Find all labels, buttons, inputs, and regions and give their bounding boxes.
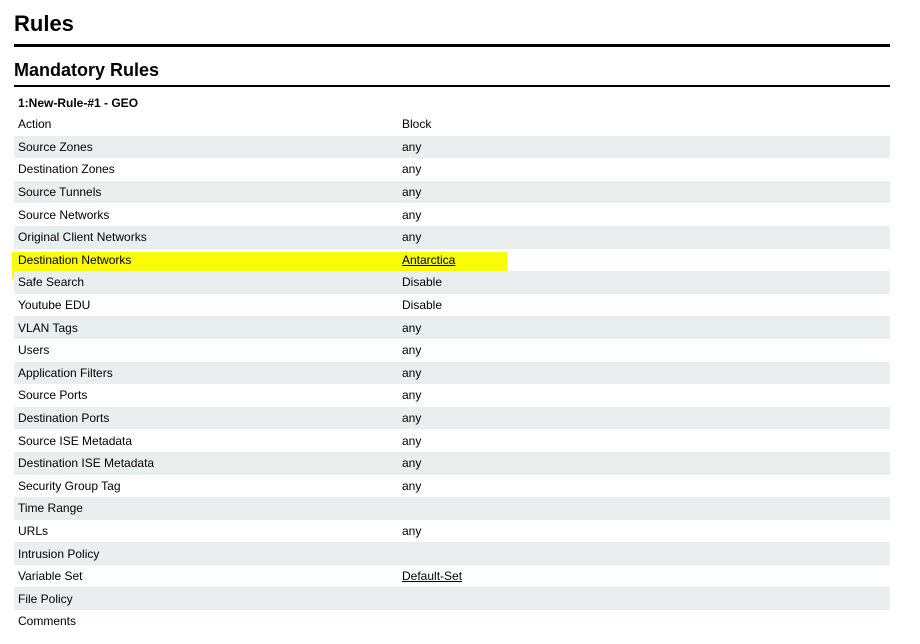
- table-row: Comments: [14, 610, 890, 633]
- property-key: Original Client Networks: [14, 225, 398, 249]
- property-key: Destination ISE Metadata: [14, 451, 398, 475]
- property-key: Action: [18, 117, 52, 132]
- section-title: Mandatory Rules: [14, 60, 160, 80]
- property-key: Source Tunnels: [14, 180, 398, 204]
- property-value: any: [402, 162, 422, 177]
- table-row: File Policy: [14, 587, 890, 611]
- table-row: Action Block: [14, 113, 890, 136]
- property-key: Youtube EDU: [18, 298, 91, 313]
- table-row: Time Range: [14, 497, 890, 520]
- variable-set-link[interactable]: Default-Set: [402, 569, 462, 583]
- property-key: Security Group Tag: [18, 478, 121, 493]
- property-value: Disable: [398, 271, 890, 294]
- property-value: any: [398, 180, 890, 204]
- property-key: Safe Search: [14, 271, 398, 294]
- property-key: Source Networks: [18, 207, 110, 222]
- property-value: [398, 587, 890, 611]
- property-value: [398, 497, 890, 520]
- property-key: Source ISE Metadata: [18, 433, 133, 448]
- property-value: Disable: [402, 298, 443, 313]
- property-key: Users: [18, 343, 50, 358]
- table-row: Source Ports any: [14, 384, 890, 407]
- property-value: any: [398, 361, 890, 385]
- property-value: any: [402, 207, 422, 222]
- property-key: File Policy: [14, 587, 398, 611]
- table-row: Destination ISE Metadata any: [14, 451, 890, 475]
- rule-name: 1:New-Rule-#1 - GEO: [18, 96, 139, 110]
- page-title: Rules: [14, 11, 74, 36]
- property-value: any: [398, 135, 890, 159]
- table-row: Source Zones any: [14, 135, 890, 159]
- table-row: Security Group Tag any: [14, 475, 890, 498]
- property-key: Source Zones: [14, 135, 398, 159]
- table-row: Safe Search Disable: [14, 271, 890, 294]
- property-key: Intrusion Policy: [14, 542, 398, 565]
- table-row: Youtube EDU Disable: [14, 294, 890, 317]
- property-value: any: [402, 433, 422, 448]
- property-value: any: [402, 388, 422, 403]
- table-row: Source ISE Metadata any: [14, 429, 890, 452]
- property-value: [398, 610, 890, 633]
- property-value: any: [398, 451, 890, 475]
- property-key: VLAN Tags: [14, 316, 398, 339]
- property-key: Destination Zones: [18, 162, 115, 177]
- table-row-highlighted: Destination Networks Antarctica: [14, 249, 890, 272]
- rules-document: Rules Mandatory Rules 1:New-Rule-#1 - GE…: [14, 0, 890, 633]
- table-row: Destination Zones any: [14, 158, 890, 181]
- table-row: Variable Set Default-Set: [14, 565, 890, 588]
- property-key: Application Filters: [14, 361, 398, 385]
- property-key: Destination Ports: [14, 406, 398, 430]
- table-row: Destination Ports any: [14, 406, 890, 430]
- destination-network-link[interactable]: Antarctica: [402, 253, 455, 267]
- property-key: Destination Networks: [18, 252, 132, 267]
- property-key: Comments: [18, 614, 77, 629]
- property-value: any: [402, 523, 422, 538]
- table-row: URLs any: [14, 520, 890, 543]
- rule-properties-table: Action Block Source Zones any Destination …: [14, 113, 890, 633]
- property-key: Time Range: [14, 497, 398, 520]
- property-value: any: [402, 343, 422, 358]
- table-row: Application Filters any: [14, 361, 890, 385]
- property-key: Variable Set: [18, 569, 83, 584]
- property-value: any: [398, 316, 890, 339]
- table-row: Source Networks any: [14, 203, 890, 226]
- property-value: [398, 542, 890, 565]
- property-value: any: [398, 225, 890, 249]
- table-row: Source Tunnels any: [14, 180, 890, 204]
- table-row: Intrusion Policy: [14, 542, 890, 565]
- table-row: Users any: [14, 339, 890, 362]
- table-row: Original Client Networks any: [14, 225, 890, 249]
- property-value: any: [398, 406, 890, 430]
- property-value: any: [402, 478, 422, 493]
- property-key: Source Ports: [18, 388, 88, 403]
- property-key: URLs: [18, 523, 49, 538]
- property-value: Block: [402, 117, 432, 132]
- table-row: VLAN Tags any: [14, 316, 890, 339]
